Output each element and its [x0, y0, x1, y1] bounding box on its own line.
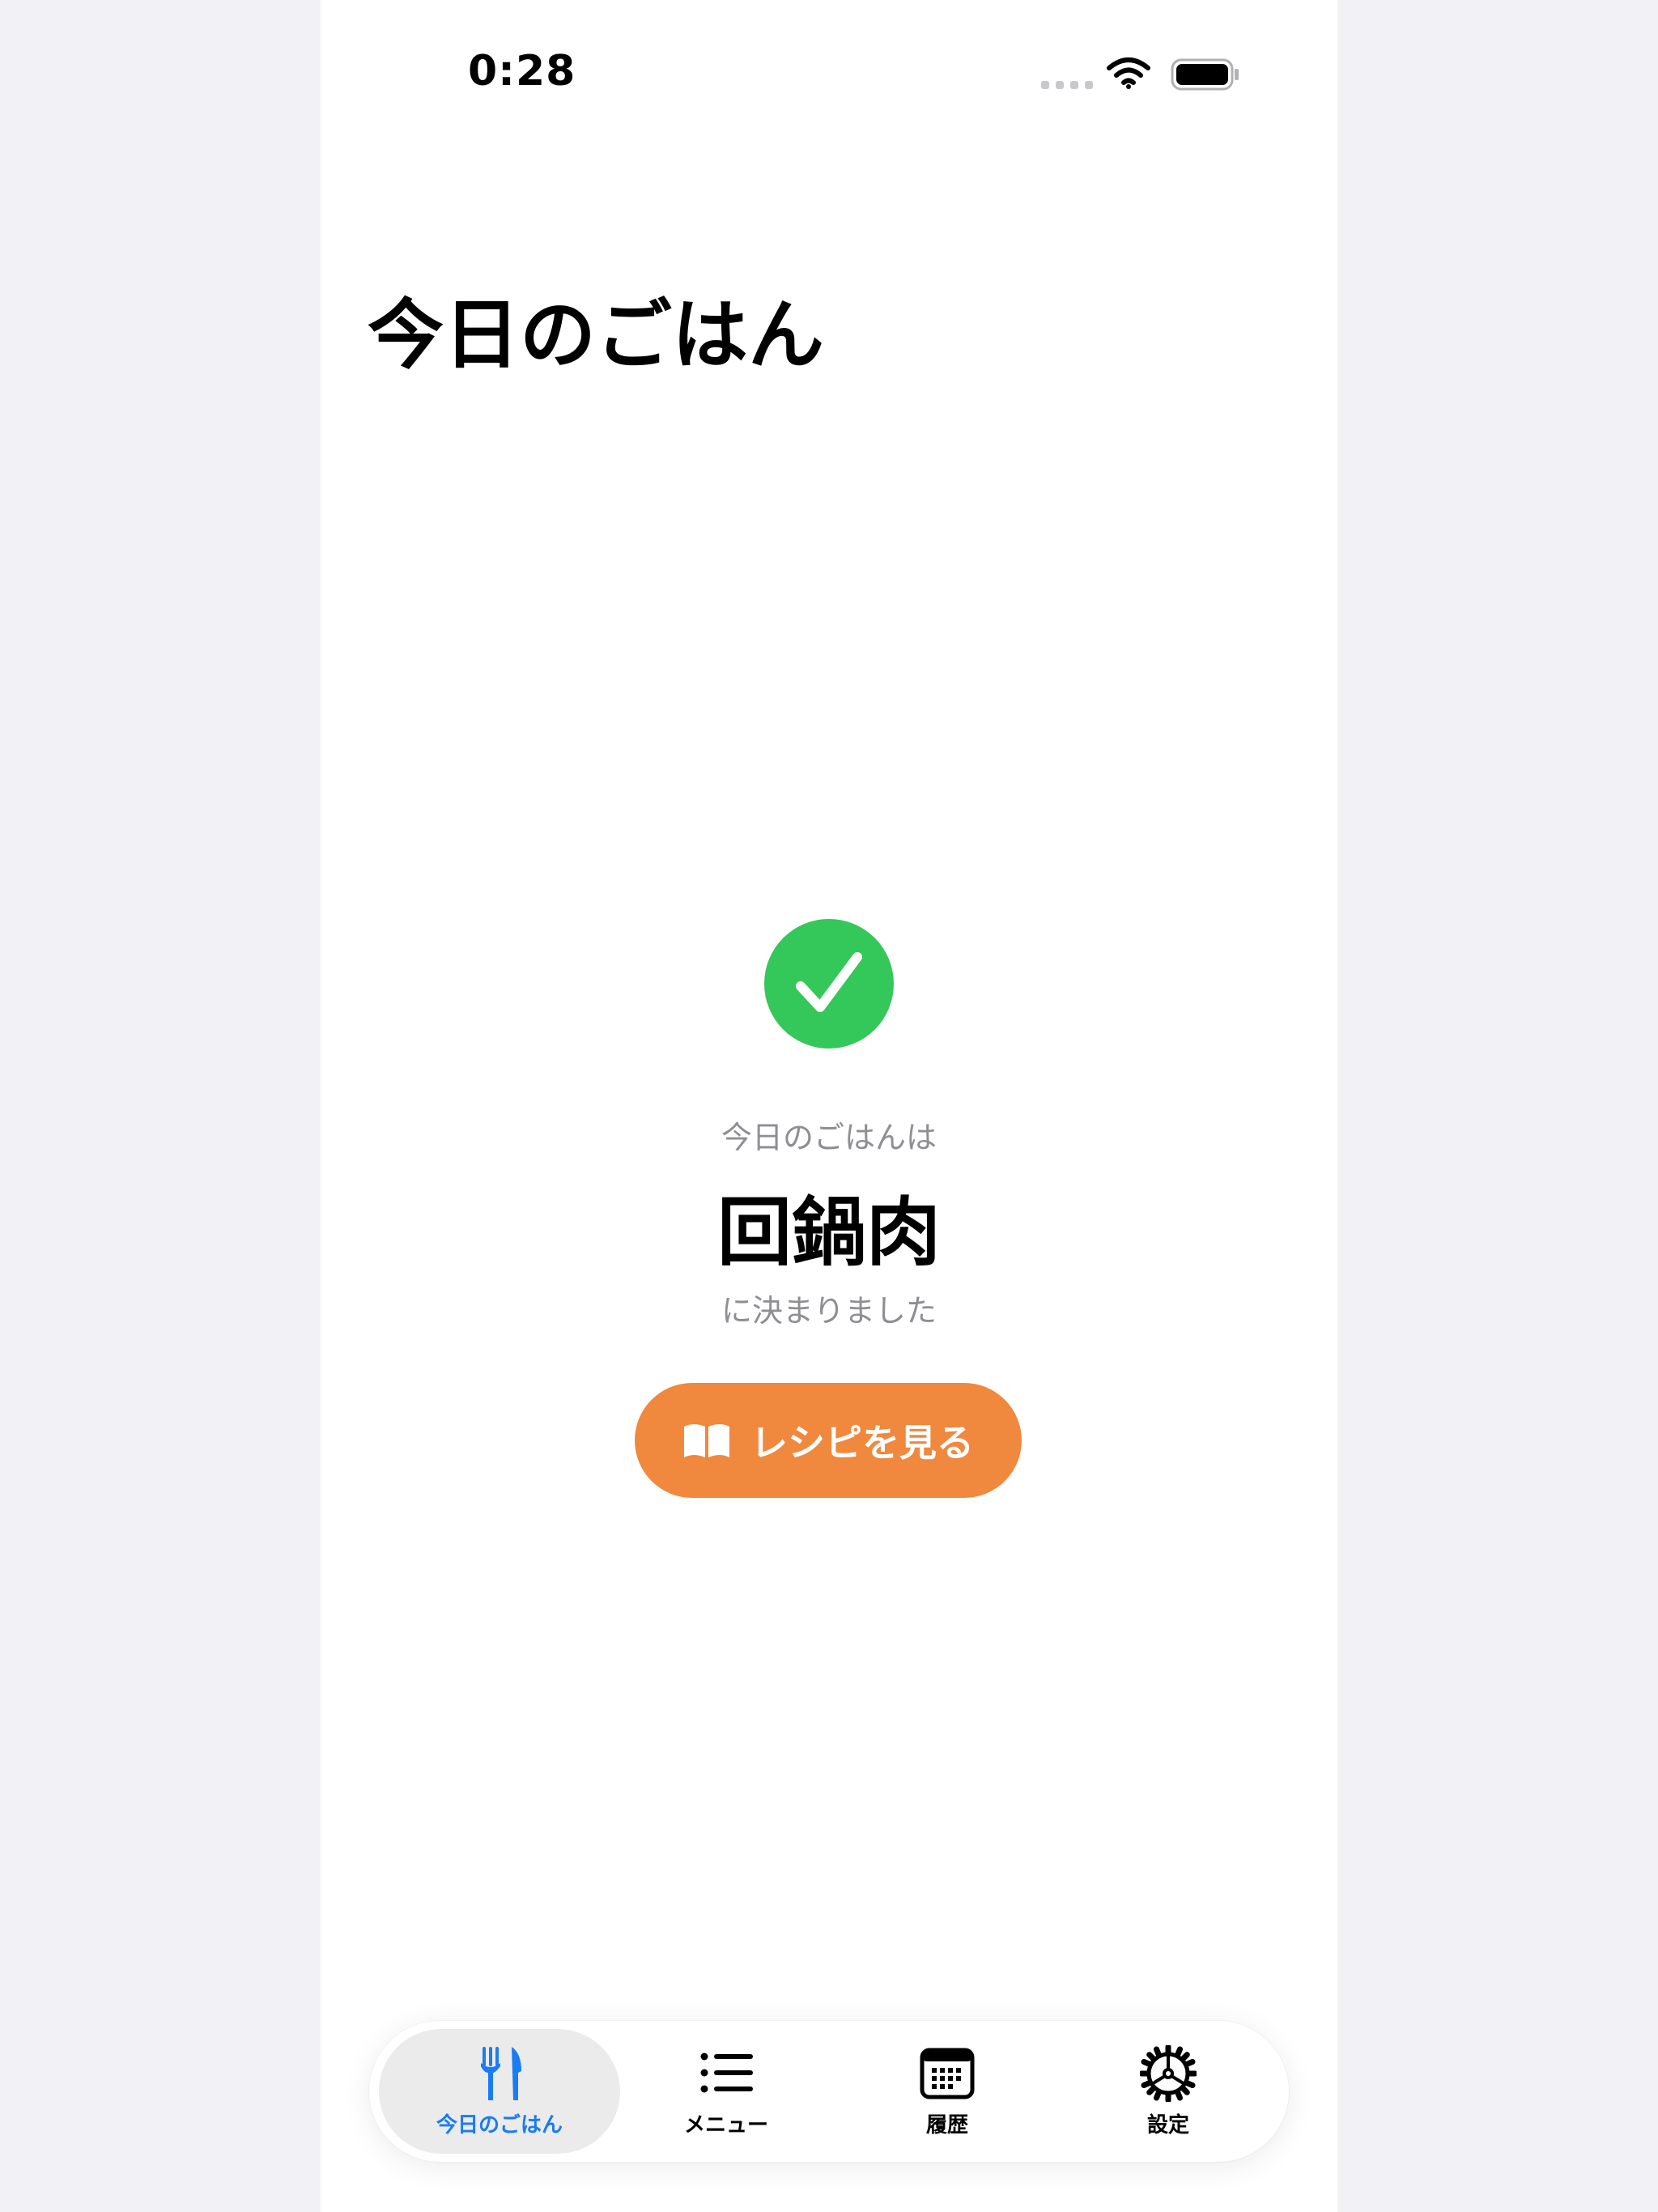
- cellular-signal-icon: [1041, 81, 1093, 89]
- fork-knife-icon: [481, 2046, 521, 2100]
- wifi-icon: [1107, 57, 1150, 89]
- tab-bar: 今日のごはん メニュー 履歴 設定: [369, 2021, 1289, 2162]
- tab-history[interactable]: 履歴: [827, 2029, 1068, 2154]
- view-recipe-label: レシピを見る: [750, 1421, 974, 1465]
- tab-today-label: 今日のごはん: [436, 2112, 563, 2138]
- tab-history-label: 履歴: [925, 2112, 968, 2138]
- dish-name: 回鍋肉: [716, 1189, 941, 1276]
- view-recipe-button[interactable]: レシピを見る: [635, 1383, 1022, 1498]
- tab-menu-label: メニュー: [683, 2112, 768, 2138]
- result-pre-label: 今日のごはんは: [721, 1120, 937, 1155]
- app-screen: 0:28 今日のごはん 今日のごはんは 回鍋肉 に決まりました レシピを見る 今…: [321, 0, 1337, 2212]
- tab-settings-label: 設定: [1146, 2112, 1189, 2138]
- tab-today[interactable]: 今日のごはん: [379, 2029, 620, 2154]
- battery-icon: [1171, 58, 1239, 91]
- tab-menu[interactable]: メニュー: [606, 2029, 847, 2154]
- result-post-label: に決まりました: [721, 1293, 937, 1329]
- list-icon: [700, 2052, 753, 2092]
- gear-icon: [1140, 2044, 1197, 2102]
- calendar-icon: [920, 2048, 975, 2099]
- status-time: 0:28: [468, 47, 576, 96]
- checkmark-circle-icon: [764, 919, 894, 1049]
- tab-settings[interactable]: 設定: [1048, 2029, 1289, 2154]
- book-icon: [684, 1424, 729, 1457]
- page-title: 今日のごはん: [368, 291, 825, 380]
